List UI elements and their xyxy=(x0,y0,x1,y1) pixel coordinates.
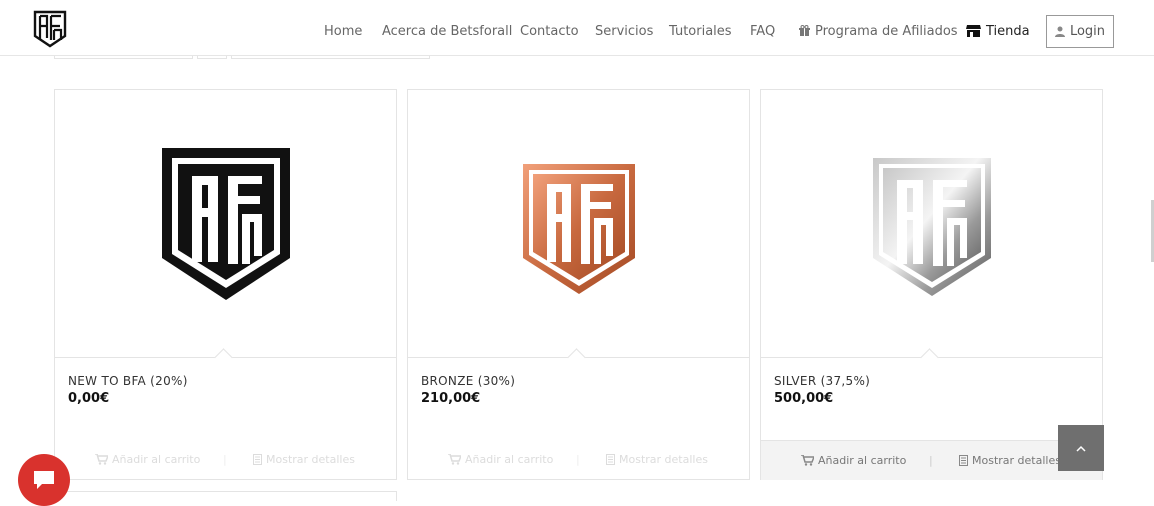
nav-services[interactable]: Servicios xyxy=(595,24,653,40)
product-actions: Añadir al carrito | Mostrar detalles xyxy=(761,440,1102,480)
show-details-label: Mostrar detalles xyxy=(972,454,1061,467)
back-to-top-button[interactable] xyxy=(1058,425,1104,471)
nav-tutorials[interactable]: Tutoriales xyxy=(669,24,732,40)
cart-icon xyxy=(801,455,814,466)
action-separator: | xyxy=(576,453,580,466)
nav-faq[interactable]: FAQ xyxy=(750,24,775,40)
product-price: 210,00€ xyxy=(421,391,481,406)
cart-icon xyxy=(95,454,108,465)
show-details-button[interactable]: Mostrar detalles xyxy=(959,454,1061,467)
add-to-cart-button[interactable]: Añadir al carrito xyxy=(95,453,200,466)
bfa-logo-bronze-icon xyxy=(522,164,635,294)
product-price: 500,00€ xyxy=(774,391,834,406)
add-to-cart-button[interactable]: Añadir al carrito xyxy=(448,453,553,466)
product-actions: Añadir al carrito | Mostrar detalles xyxy=(55,440,396,479)
action-separator: | xyxy=(929,454,933,467)
chat-icon xyxy=(34,471,54,489)
product-image[interactable] xyxy=(408,90,749,358)
action-separator: | xyxy=(223,453,227,466)
product-card[interactable]: SILVER (37,5%) 500,00€ Añadir al carrito… xyxy=(760,89,1103,480)
nav-affiliates-label: Programa de Afiliados xyxy=(815,24,958,39)
nav-home[interactable]: Home xyxy=(324,24,362,40)
show-details-label: Mostrar detalles xyxy=(266,453,355,466)
nav-shop[interactable]: Tienda xyxy=(966,24,1030,40)
show-details-label: Mostrar detalles xyxy=(619,453,708,466)
user-icon xyxy=(1054,26,1065,37)
chevron-up-icon xyxy=(1076,445,1086,452)
gift-icon xyxy=(799,25,810,36)
show-details-button[interactable]: Mostrar detalles xyxy=(253,453,355,466)
login-label: Login xyxy=(1069,24,1106,39)
show-details-button[interactable]: Mostrar detalles xyxy=(606,453,708,466)
nav-shop-label: Tienda xyxy=(986,24,1030,39)
nav-affiliates[interactable]: Programa de Afiliados xyxy=(799,24,958,40)
add-to-cart-button[interactable]: Añadir al carrito xyxy=(801,454,906,467)
product-card[interactable]: BRONZE (30%) 210,00€ Añadir al carrito |… xyxy=(407,89,750,480)
add-to-cart-label: Añadir al carrito xyxy=(112,453,201,466)
product-actions: Añadir al carrito | Mostrar detalles xyxy=(408,440,749,479)
product-title[interactable]: SILVER (37,5%) xyxy=(774,374,870,388)
chat-button[interactable] xyxy=(18,454,70,506)
document-icon xyxy=(606,454,615,465)
product-title[interactable]: NEW TO BFA (20%) xyxy=(68,374,188,388)
login-button[interactable]: Login xyxy=(1046,15,1114,48)
product-title[interactable]: BRONZE (30%) xyxy=(421,374,515,388)
product-price: 0,00€ xyxy=(68,391,110,406)
nav-about[interactable]: Acerca de Betsforall xyxy=(382,24,512,40)
product-card-partial[interactable] xyxy=(54,491,397,501)
add-to-cart-label: Añadir al carrito xyxy=(465,453,554,466)
site-header: Home Acerca de Betsforall Contacto Servi… xyxy=(0,0,1154,56)
bfa-logo-icon[interactable] xyxy=(33,10,67,48)
bfa-logo-silver-icon xyxy=(872,158,991,296)
nav-contact[interactable]: Contacto xyxy=(520,24,579,40)
store-icon xyxy=(966,25,981,37)
cart-icon xyxy=(448,454,461,465)
document-icon xyxy=(959,455,968,466)
product-image[interactable] xyxy=(761,90,1102,358)
product-card[interactable]: NEW TO BFA (20%) 0,00€ Añadir al carrito… xyxy=(54,89,397,480)
bfa-logo-black-icon xyxy=(161,148,290,300)
document-icon xyxy=(253,454,262,465)
product-image[interactable] xyxy=(55,90,396,358)
add-to-cart-label: Añadir al carrito xyxy=(818,454,907,467)
